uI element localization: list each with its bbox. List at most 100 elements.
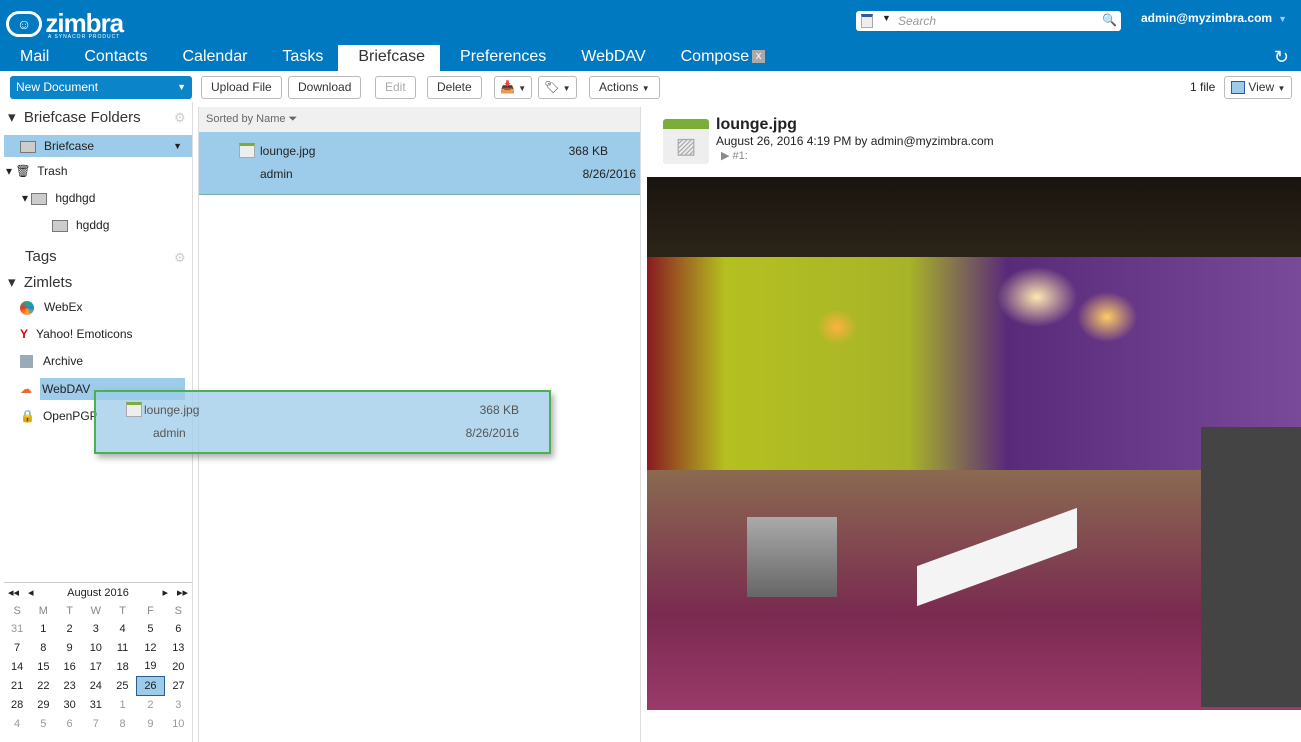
weekday-label: F	[147, 605, 154, 617]
tab-contacts[interactable]: Contacts	[64, 45, 162, 71]
next-month-icon[interactable]: ▸	[162, 583, 168, 603]
calendar-day[interactable]: 2	[136, 695, 164, 714]
calendar-day[interactable]: 7	[83, 714, 109, 733]
tag-button[interactable]: 🏷 ▼	[538, 76, 577, 99]
calendar-day[interactable]: 10	[83, 638, 109, 657]
calendar-day[interactable]: 11	[109, 638, 136, 657]
delete-button[interactable]: Delete	[427, 76, 482, 99]
chevron-down-icon[interactable]: ▼	[882, 13, 891, 23]
sort-header[interactable]: Sorted by Name ⏷	[199, 107, 640, 132]
calendar-day[interactable]: 28	[4, 695, 30, 714]
gear-icon[interactable]: ⚙	[174, 110, 186, 126]
calendar-day[interactable]: 29	[30, 695, 56, 714]
calendar-day[interactable]: 8	[30, 638, 56, 657]
tab-mail[interactable]: Mail	[0, 45, 64, 71]
calendar-day[interactable]: 20	[165, 657, 192, 676]
download-button[interactable]: Download	[288, 76, 362, 99]
tags-header[interactable]: Tags	[25, 248, 57, 265]
search-icon[interactable]: 🔍	[1102, 13, 1117, 27]
tab-compose[interactable]: Compose x	[661, 45, 780, 71]
calendar-day[interactable]: 3	[83, 619, 109, 638]
edit-button[interactable]: Edit	[375, 76, 416, 99]
calendar-day[interactable]: 31	[4, 619, 30, 638]
tab-briefcase[interactable]: Briefcase	[338, 45, 441, 71]
new-document-button[interactable]: New Document ▼	[10, 76, 192, 99]
calendar-day[interactable]: 14	[4, 657, 30, 676]
refresh-icon[interactable]: ↻	[1274, 47, 1289, 68]
calendar-day[interactable]: 5	[136, 619, 164, 638]
calendar-day[interactable]: 3	[165, 695, 192, 714]
calendar-day[interactable]: 6	[165, 619, 192, 638]
weekday-label: W	[90, 605, 102, 617]
chevron-down-icon[interactable]: ▼	[177, 76, 186, 98]
search-box[interactable]: ▼ Search 🔍	[856, 11, 1121, 31]
zimlet-archive[interactable]: Archive	[20, 350, 83, 372]
calendar-day[interactable]: 6	[56, 714, 82, 733]
calendar-day[interactable]: 19	[136, 657, 164, 676]
header-bar: ☺ zimbra A SYNACOR PRODUCT ▼ Search 🔍 adm…	[0, 0, 1301, 71]
calendar-day[interactable]: 21	[4, 676, 30, 695]
tab-preferences[interactable]: Preferences	[440, 45, 561, 71]
image-file-icon	[239, 143, 255, 158]
yahoo-icon: Y	[20, 327, 29, 341]
calendar-day[interactable]: 25	[109, 676, 136, 695]
file-count: 1 file	[1190, 80, 1216, 94]
folder-hgdhgd[interactable]: ▾ hgdhgd	[22, 187, 95, 209]
calendar-day[interactable]: 1	[109, 695, 136, 714]
zimlet-webex[interactable]: WebEx	[20, 296, 82, 318]
tab-calendar[interactable]: Calendar	[162, 45, 262, 71]
weekday-label: T	[66, 605, 73, 617]
version-toggle[interactable]: ▶ #1:	[721, 149, 748, 162]
calendar-day[interactable]: 27	[165, 676, 192, 695]
calendar-day[interactable]: 12	[136, 638, 164, 657]
calendar-day[interactable]: 7	[4, 638, 30, 657]
calendar-day[interactable]: 4	[109, 619, 136, 638]
calendar-day[interactable]: 22	[30, 676, 56, 695]
zimlets-header[interactable]: ▾ Zimlets	[8, 273, 72, 291]
mini-calendar: ◂◂ ◂ August 2016 ▸ ▸▸ S M T W T F S 31 1 2 3 4 5 6 7 8 9 10 11…	[4, 582, 192, 733]
search-type-icon[interactable]	[861, 14, 873, 28]
calendar-day[interactable]: 16	[56, 657, 82, 676]
image-preview	[647, 177, 1301, 710]
tab-webdav[interactable]: WebDAV	[561, 45, 660, 71]
view-icon	[1231, 81, 1245, 95]
calendar-day[interactable]: 2	[56, 619, 82, 638]
view-button[interactable]: View ▼	[1224, 76, 1293, 99]
zimlet-openpgp[interactable]: 🔒 OpenPGP	[20, 405, 98, 427]
calendar-day[interactable]: 10	[165, 714, 192, 733]
calendar-day[interactable]: 8	[109, 714, 136, 733]
next-year-icon[interactable]: ▸▸	[177, 583, 188, 603]
prev-year-icon[interactable]: ◂◂	[8, 583, 19, 603]
close-icon[interactable]: x	[752, 50, 766, 64]
calendar-day[interactable]: 15	[30, 657, 56, 676]
file-row[interactable]: lounge.jpg 368 KB admin 8/26/2016	[199, 132, 640, 195]
calendar-day[interactable]: 31	[83, 695, 109, 714]
folder-trash[interactable]: ▾ 🗑 Trash	[6, 160, 68, 182]
briefcase-folders-header[interactable]: ▾ Briefcase Folders	[8, 108, 141, 126]
actions-button[interactable]: Actions ▼	[589, 76, 660, 99]
calendar-day[interactable]: 5	[30, 714, 56, 733]
calendar-day[interactable]: 23	[56, 676, 82, 695]
calendar-day[interactable]: 13	[165, 638, 192, 657]
tab-tasks[interactable]: Tasks	[262, 45, 338, 71]
folder-briefcase[interactable]: Briefcase ▼	[4, 135, 192, 157]
calendar-day[interactable]: 24	[83, 676, 109, 695]
calendar-day[interactable]: 17	[83, 657, 109, 676]
prev-month-icon[interactable]: ◂	[28, 583, 34, 603]
upload-file-button[interactable]: Upload File	[201, 76, 282, 99]
calendar-day[interactable]: 18	[109, 657, 136, 676]
calendar-day[interactable]: 1	[30, 619, 56, 638]
move-button[interactable]: 📥 ▼	[494, 76, 533, 99]
calendar-day[interactable]: 9	[56, 638, 82, 657]
chevron-down-icon: ▼	[1278, 14, 1287, 24]
folder-hgddg[interactable]: hgddg	[52, 214, 109, 236]
calendar-day[interactable]: 9	[136, 714, 164, 733]
search-input[interactable]: Search	[898, 14, 936, 28]
gear-icon[interactable]: ⚙	[174, 250, 186, 266]
calendar-day[interactable]: 30	[56, 695, 82, 714]
user-menu[interactable]: admin@myzimbra.com ▼	[1141, 11, 1287, 25]
preview-meta: August 26, 2016 4:19 PM by admin@myzimbr…	[716, 134, 994, 148]
calendar-day[interactable]: 4	[4, 714, 30, 733]
calendar-day[interactable]: 26	[135, 675, 166, 696]
zimlet-yahoo-emoticons[interactable]: Y Yahoo! Emoticons	[20, 323, 133, 345]
